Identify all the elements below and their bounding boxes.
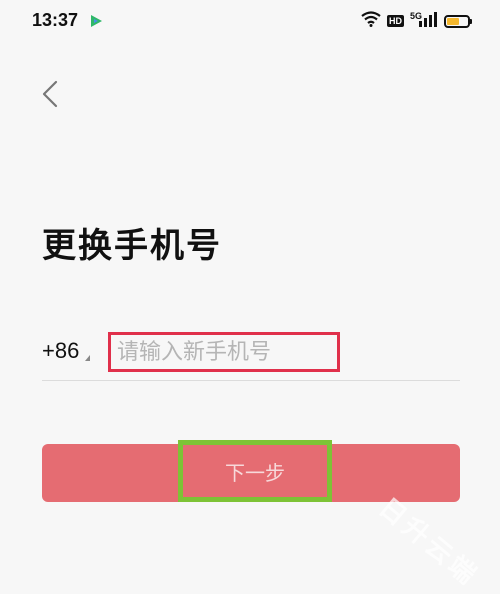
- chevron-left-icon: [42, 80, 58, 108]
- phone-input-row: +86: [42, 328, 460, 381]
- app-notification-icon: [88, 13, 104, 29]
- watermark-text: 日升云端: [372, 492, 485, 593]
- country-code-label: +86: [42, 338, 80, 363]
- status-icons: HD 5G: [361, 10, 472, 32]
- dropdown-arrow-icon: [85, 355, 91, 361]
- hd-badge: HD: [386, 15, 404, 27]
- phone-number-input[interactable]: [108, 332, 340, 372]
- wifi-icon: [361, 11, 381, 31]
- battery-fill: [447, 17, 459, 25]
- network-type: 5G: [409, 11, 422, 21]
- page-title: 更换手机号: [42, 226, 222, 266]
- battery-icon: [444, 14, 472, 28]
- next-step-label: 下一步: [178, 440, 332, 502]
- country-code-selector[interactable]: +86: [42, 338, 91, 364]
- status-time: 13:37: [32, 10, 79, 30]
- status-bar: 13:37 HD 5G: [0, 0, 500, 44]
- back-button[interactable]: [30, 72, 70, 116]
